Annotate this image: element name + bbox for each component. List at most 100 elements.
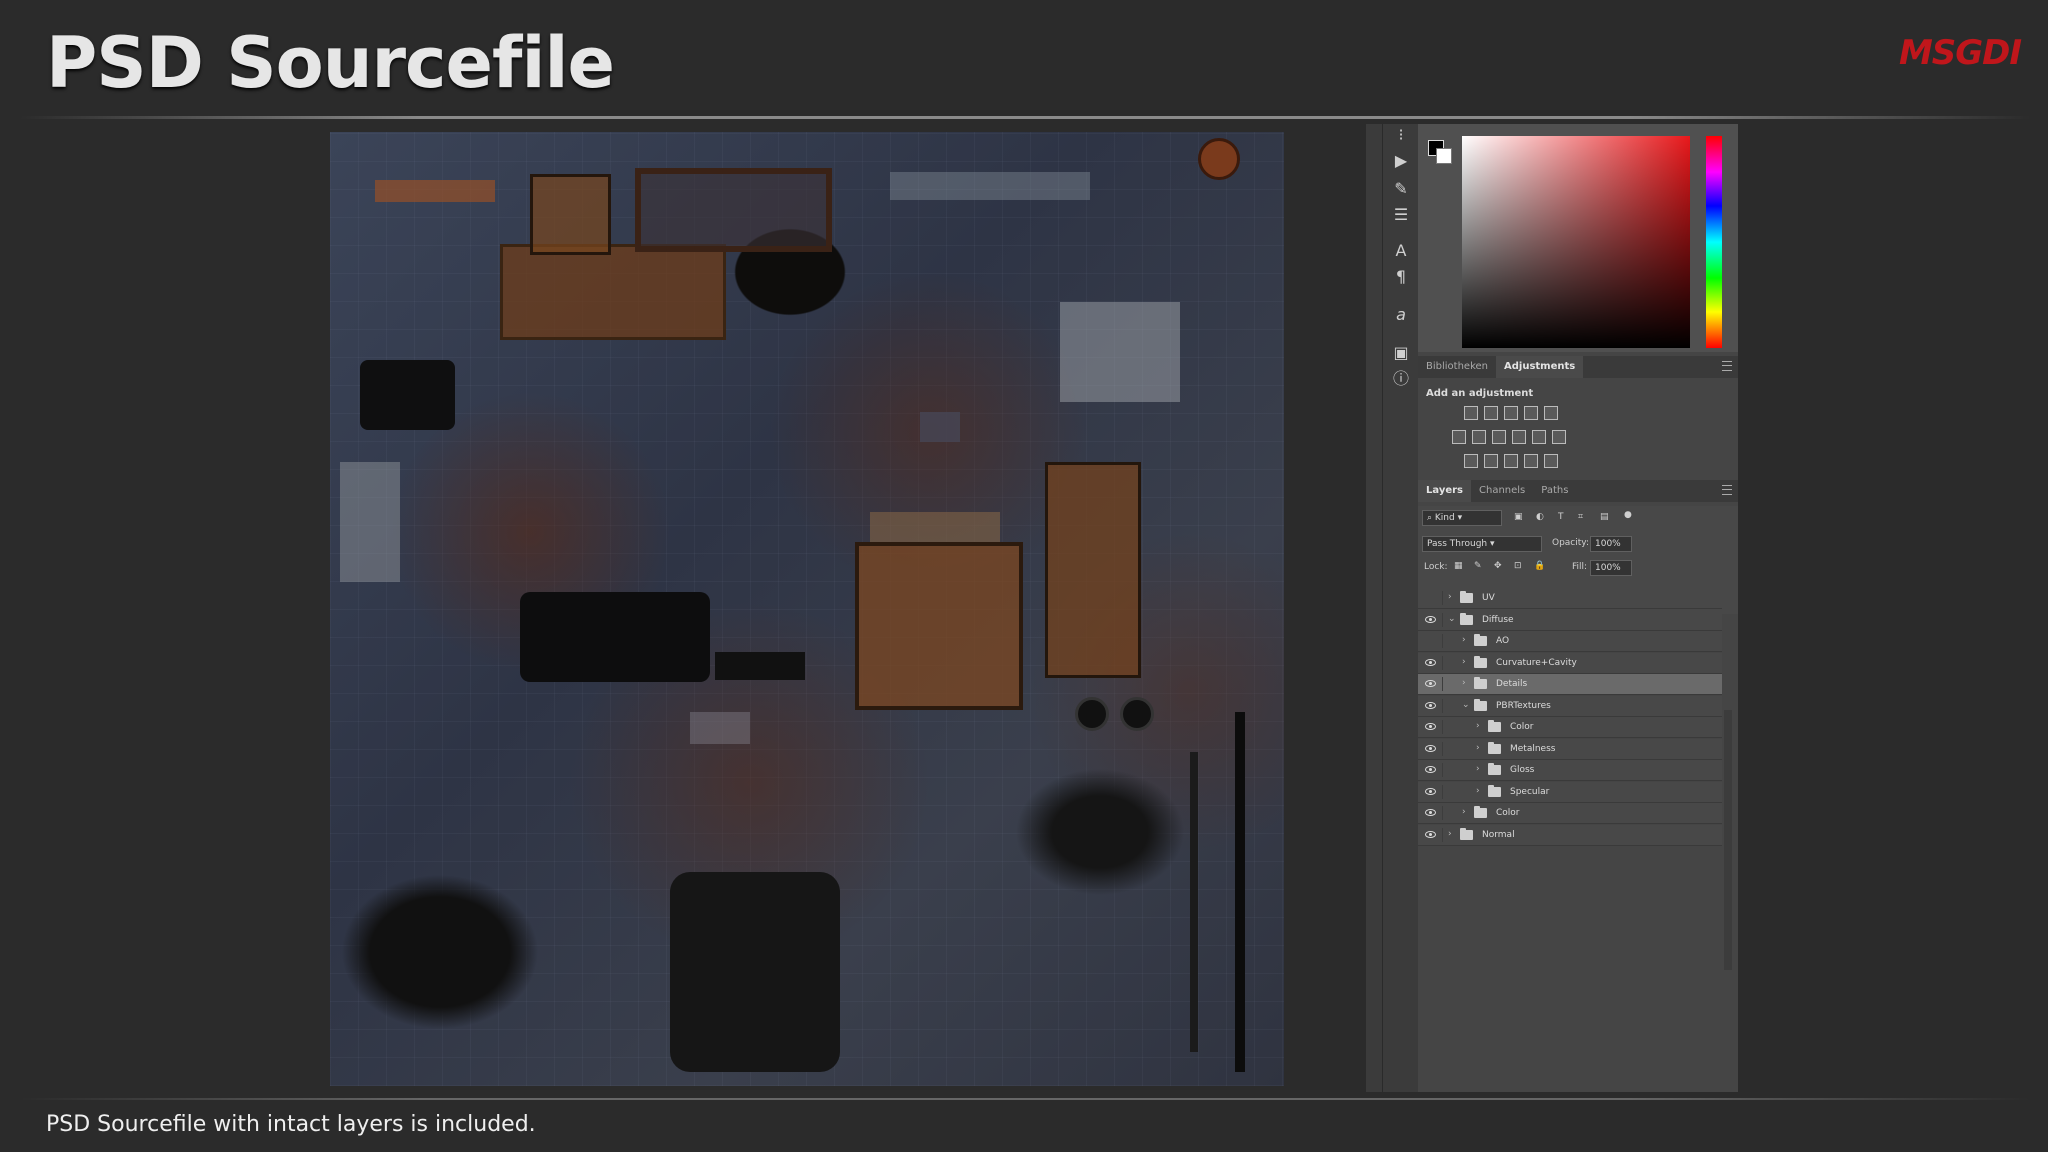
layer-row[interactable]: › Color [1418,803,1722,824]
visibility-toggle[interactable] [1422,612,1443,627]
black-white-icon[interactable] [1492,430,1506,444]
lock-pixels-icon[interactable]: ✎ [1474,561,1482,571]
tab-paths[interactable]: Paths [1533,480,1576,502]
opacity-label: Opacity: [1552,538,1589,548]
brightness-contrast-icon[interactable] [1464,406,1478,420]
paragraph-icon[interactable]: ¶ [1389,266,1413,288]
chevron-right-icon[interactable]: › [1462,807,1466,817]
chevron-right-icon[interactable]: › [1476,764,1480,774]
exposure-icon[interactable] [1524,406,1538,420]
lock-artboard-icon[interactable]: ⊡ [1514,561,1522,571]
layers-scrollbar[interactable] [1724,710,1732,970]
visibility-toggle[interactable] [1422,677,1443,691]
vibrance-icon[interactable] [1544,406,1558,420]
brush-settings-icon[interactable]: ✎ [1389,178,1413,200]
chevron-right-icon[interactable]: › [1448,829,1452,839]
lock-position-icon[interactable]: ✥ [1494,561,1502,571]
layer-row[interactable]: › Color [1418,717,1722,738]
chevron-right-icon[interactable]: › [1462,635,1466,645]
filter-kind-select[interactable]: ⌕ Kind ▾ [1422,510,1502,526]
chevron-down-icon[interactable]: ⌄ [1462,700,1470,710]
filter-shape-icon[interactable]: ⌗ [1578,512,1583,522]
play-icon[interactable]: ▶ [1389,150,1413,172]
layer-name: Color [1510,722,1534,732]
visibility-toggle[interactable] [1422,591,1443,605]
svg-text:MSGDI: MSGDI [1899,33,2021,72]
visibility-toggle[interactable] [1422,655,1443,670]
filter-type-icon[interactable]: T [1558,512,1564,522]
filter-adjustment-icon[interactable]: ◐ [1536,512,1544,522]
layer-row[interactable]: › Gloss [1418,760,1722,781]
background-color-swatch[interactable] [1436,148,1452,164]
blend-mode-select[interactable]: Pass Through ▾ [1422,536,1542,552]
texture-panel [500,244,726,340]
layer-row[interactable]: › Metalness [1418,738,1722,760]
filter-pixel-icon[interactable]: ▣ [1514,512,1523,522]
character-icon[interactable]: A [1389,240,1413,262]
texture-pipe [1235,712,1245,1072]
visibility-toggle[interactable] [1422,827,1443,842]
texture-dark-patch [520,592,710,682]
hue-saturation-icon[interactable] [1452,430,1466,444]
visibility-toggle[interactable] [1422,634,1443,648]
chevron-right-icon[interactable]: › [1476,743,1480,753]
layer-row[interactable]: › UV [1418,588,1722,609]
selective-color-icon[interactable] [1524,454,1538,468]
panel-menu-icon[interactable] [1722,361,1732,371]
opacity-field[interactable]: 100% [1590,536,1632,552]
chevron-right-icon[interactable]: › [1476,721,1480,731]
info-icon[interactable]: ⓘ [1389,368,1413,390]
visibility-toggle[interactable] [1422,784,1443,799]
filter-smart-object-icon[interactable]: ▤ [1600,512,1609,522]
color-lookup-icon[interactable] [1552,430,1566,444]
eye-icon [1425,701,1436,709]
layers-menu-icon[interactable] [1722,485,1732,495]
layer-row[interactable]: › Normal [1418,824,1722,846]
layer-row[interactable]: › AO [1418,631,1722,652]
chevron-right-icon[interactable]: › [1476,786,1480,796]
fill-field[interactable]: 100% [1590,560,1632,576]
lock-transparency-icon[interactable]: ▦ [1454,561,1463,571]
layer-row[interactable]: › Specular [1418,781,1722,803]
tab-layers[interactable]: Layers [1418,480,1471,502]
levels-icon[interactable] [1484,406,1498,420]
glyphs-icon[interactable]: a [1389,304,1413,326]
tab-channels[interactable]: Channels [1471,480,1533,502]
visibility-toggle[interactable] [1422,763,1443,777]
posterize-icon[interactable] [1484,454,1498,468]
photo-filter-icon[interactable] [1512,430,1526,444]
tab-bibliotheken[interactable]: Bibliotheken [1418,356,1496,378]
chevron-right-icon[interactable]: › [1462,657,1466,667]
layers-list: › UV ⌄ Diffuse › AO › Curvature+Cavity › Details ⌄… [1418,588,1738,848]
color-picker-field[interactable] [1462,136,1690,348]
folder-icon [1460,612,1473,625]
properties-icon[interactable]: ▣ [1389,342,1413,364]
chevron-right-icon[interactable]: › [1448,592,1452,602]
invert-icon[interactable] [1464,454,1478,468]
visibility-toggle[interactable] [1422,698,1443,713]
channel-mixer-icon[interactable] [1532,430,1546,444]
folder-icon [1488,763,1501,775]
layer-row[interactable]: › Details [1418,674,1722,695]
visibility-toggle[interactable] [1422,741,1443,756]
folder-icon [1474,677,1487,689]
curves-icon[interactable] [1504,406,1518,420]
layer-row[interactable]: ⌄ PBRTextures [1418,695,1722,717]
threshold-icon[interactable] [1504,454,1518,468]
chevron-right-icon[interactable]: › [1462,678,1466,688]
visibility-toggle[interactable] [1422,806,1443,820]
tab-adjustments[interactable]: Adjustments [1496,356,1584,378]
layer-row[interactable]: › Curvature+Cavity [1418,652,1722,674]
color-balance-icon[interactable] [1472,430,1486,444]
chevron-down-icon[interactable]: ⌄ [1448,614,1456,624]
filter-toggle-icon[interactable]: ● [1624,510,1632,520]
visibility-toggle[interactable] [1422,720,1443,734]
hue-slider[interactable] [1706,136,1722,348]
brush-history-icon[interactable]: ⁝ [1389,124,1413,146]
lock-all-icon[interactable]: 🔒 [1534,561,1545,571]
gradient-map-icon[interactable] [1544,454,1558,468]
panel-dock-strip [1366,124,1382,1092]
slide-title: PSD Sourcefile [46,22,615,104]
layer-row[interactable]: ⌄ Diffuse [1418,609,1722,631]
sliders-icon[interactable]: ☰ [1389,204,1413,226]
